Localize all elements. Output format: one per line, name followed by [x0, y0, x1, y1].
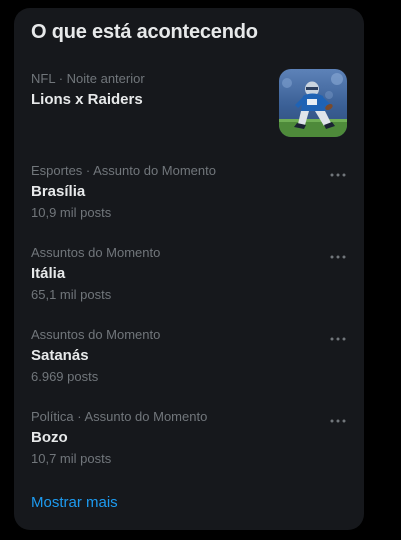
more-horizontal-icon: [330, 337, 346, 341]
trend-name: Satanás: [31, 347, 89, 364]
featured-thumbnail[interactable]: [279, 69, 347, 137]
more-options-button[interactable]: [328, 329, 348, 349]
more-options-button[interactable]: [328, 411, 348, 431]
trend-post-count: 65,1 mil posts: [31, 287, 112, 302]
trend-name: Bozo: [31, 429, 68, 446]
more-horizontal-icon: [330, 173, 346, 177]
trend-name: Lions x Raiders: [31, 91, 143, 108]
trend-name: Brasília: [31, 183, 86, 200]
trend-post-count: 10,7 mil posts: [31, 451, 112, 466]
panel-title: O que está acontecendo: [31, 21, 258, 43]
trends-panel: O que está acontecendo NFL · Noite anter…: [14, 8, 364, 530]
trend-meta: Política · Assunto do Momento: [31, 409, 208, 424]
show-more-link[interactable]: Mostrar mais: [31, 494, 118, 511]
trend-meta: NFL · Noite anterior: [31, 71, 145, 86]
trend-meta: Esportes · Assunto do Momento: [31, 163, 216, 178]
more-options-button[interactable]: [328, 247, 348, 267]
trend-meta: Assuntos do Momento: [31, 245, 161, 260]
more-horizontal-icon: [330, 419, 346, 423]
more-options-button[interactable]: [328, 165, 348, 185]
trend-name: Itália: [31, 265, 66, 282]
trend-post-count: 6.969 posts: [31, 369, 99, 384]
trend-meta: Assuntos do Momento: [31, 327, 161, 342]
more-horizontal-icon: [330, 255, 346, 259]
football-player-photo-icon: [279, 69, 347, 137]
trend-post-count: 10,9 mil posts: [31, 205, 112, 220]
